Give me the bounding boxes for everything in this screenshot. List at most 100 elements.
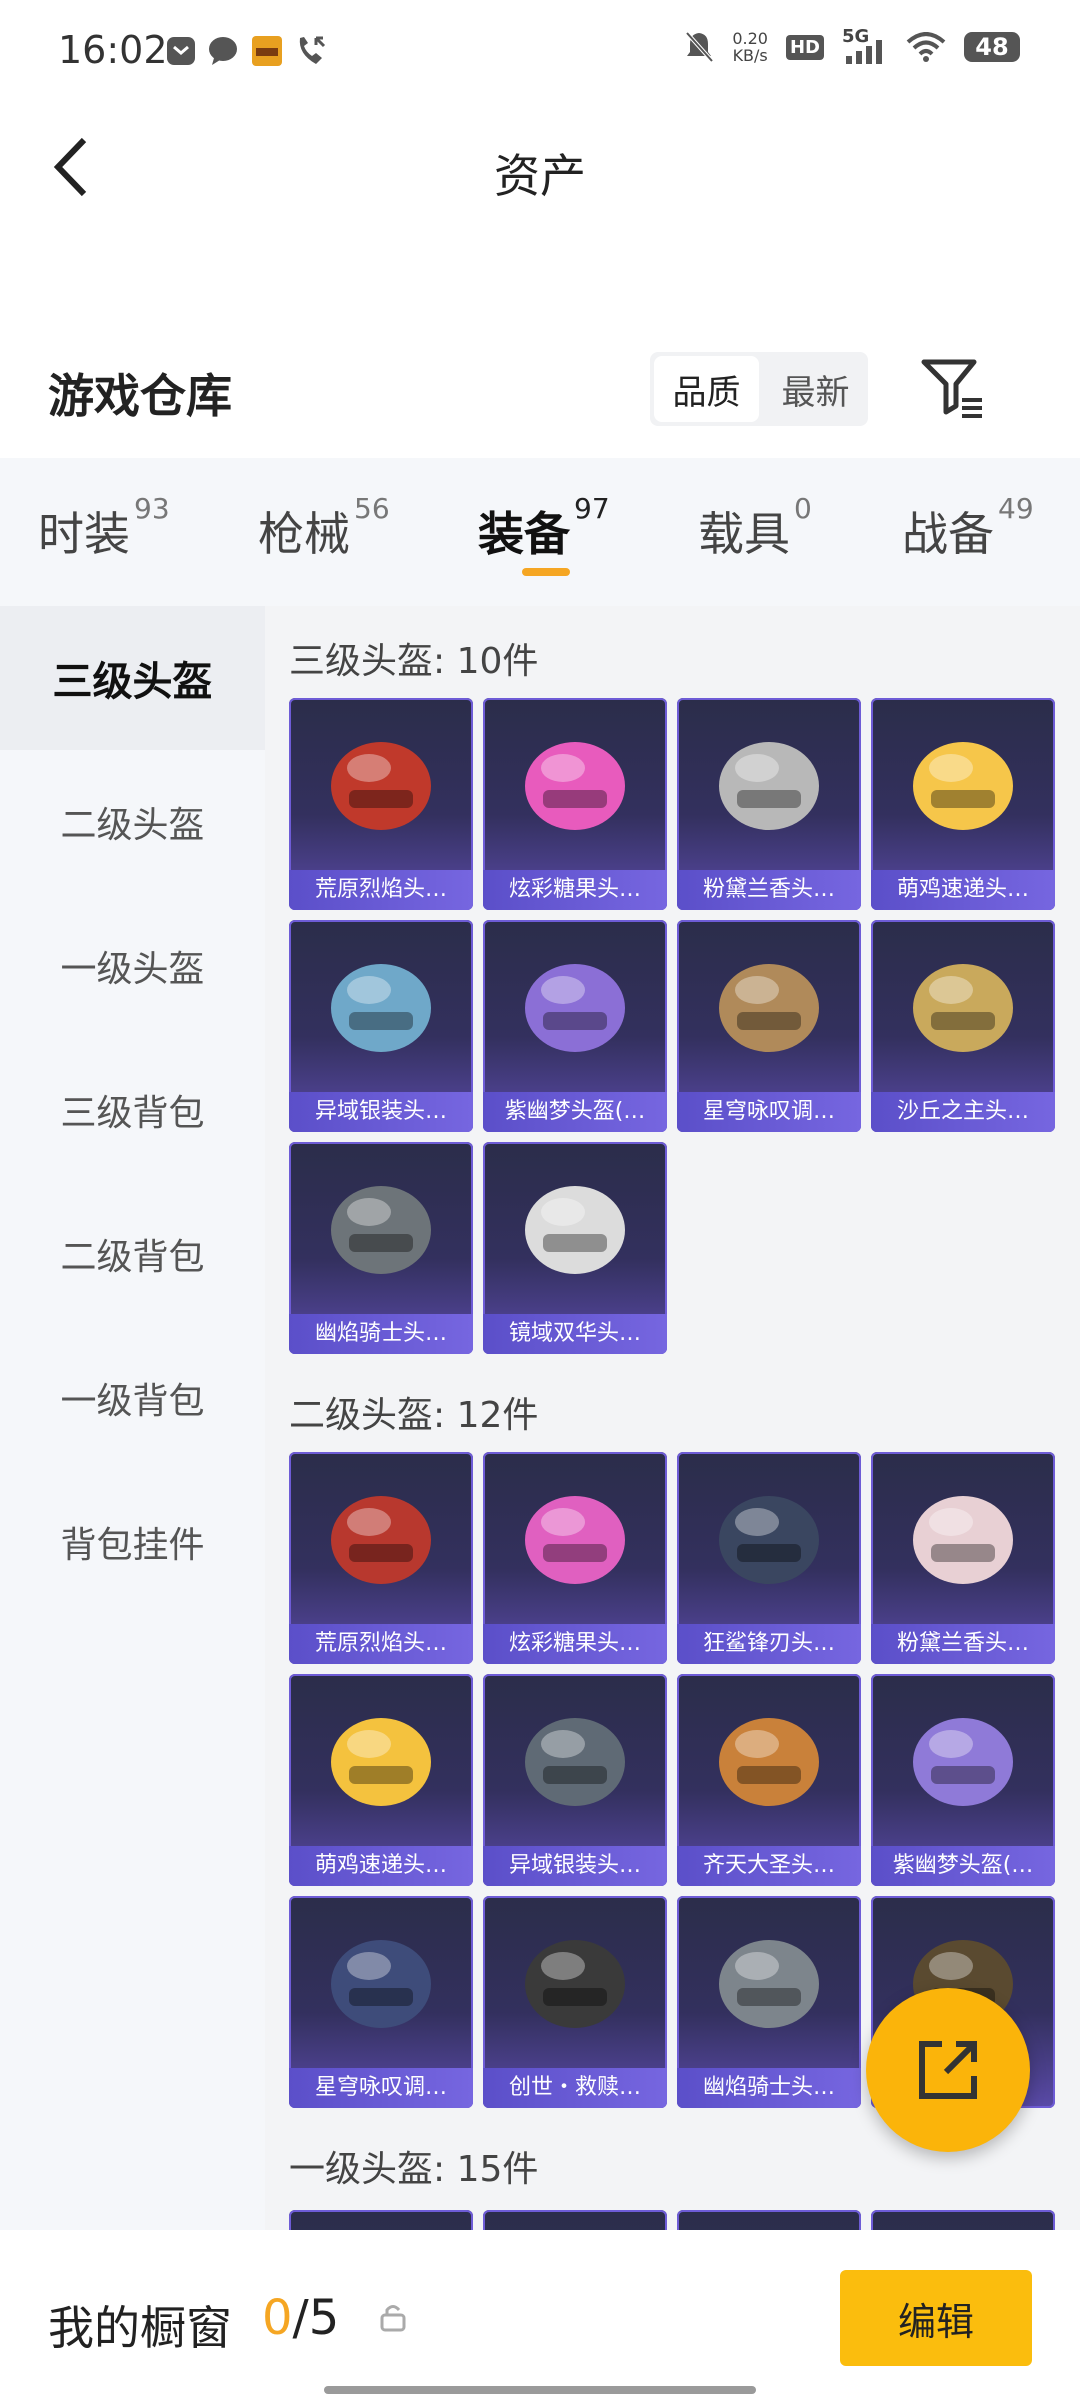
section-title-level2-helmet: 二级头盔: 12件 — [289, 1395, 539, 1436]
helmet-icon — [331, 1186, 431, 1274]
helmet-icon — [525, 1496, 625, 1584]
item-card[interactable]: 异域银装头… — [483, 1674, 667, 1886]
helmet-icon — [331, 742, 431, 830]
warehouse-title: 游戏仓库 — [48, 369, 232, 423]
item-name: 粉黛兰香头… — [871, 1624, 1055, 1664]
page-title: 资产 — [494, 149, 586, 203]
item-card[interactable]: 紫幽梦头盔(… — [483, 920, 667, 1132]
share-external-icon — [919, 2041, 977, 2099]
helmet-icon — [525, 742, 625, 830]
item-card[interactable]: 荒原烈焰头… — [289, 1452, 473, 1664]
helmet-icon — [525, 1718, 625, 1806]
item-grid-area: 三级头盔: 10件 二级头盔: 12件 一级头盔: 15件 荒原烈焰头… 炫彩糖果… — [265, 606, 1080, 2230]
filter-icon[interactable] — [918, 354, 988, 424]
item-name: 炫彩糖果头… — [483, 870, 667, 910]
item-card[interactable]: 齐天大圣头… — [677, 1674, 861, 1886]
tab-guns[interactable]: 枪械 56 — [258, 492, 390, 564]
status-right: 0.20 KB/s HD 5G 48 — [684, 26, 1020, 64]
item-card[interactable]: 萌鸡速递头… — [289, 1674, 473, 1886]
edit-button[interactable]: 编辑 — [840, 2270, 1032, 2366]
item-name: 粉黛兰香头… — [677, 870, 861, 910]
item-name: 星穹咏叹调… — [677, 1092, 861, 1132]
category-tabs: 时装 93 枪械 56 装备 97 载具 0 战备 49 — [0, 458, 1080, 606]
tab-supplies[interactable]: 战备 49 — [902, 492, 1034, 564]
helmet-icon — [525, 1940, 625, 2028]
item-card[interactable]: 狂鲨锋刃头… — [677, 1452, 861, 1664]
item-card[interactable]: 幽焰骑士头… — [289, 1142, 473, 1354]
app-notification-icon — [167, 37, 195, 65]
battery-icon: 48 — [964, 32, 1020, 62]
share-fab-button[interactable] — [866, 1988, 1030, 2152]
chat-icon — [209, 37, 237, 65]
item-card[interactable]: 炫彩糖果头… — [483, 1452, 667, 1664]
home-indicator — [324, 2386, 756, 2394]
helmet-icon — [913, 1496, 1013, 1584]
status-bar: 16:02 0.20 KB/s HD 5G 48 — [0, 0, 1080, 100]
item-name: 荒原烈焰头… — [289, 870, 473, 910]
showcase-label: 我的橱窗 — [48, 2301, 232, 2355]
item-card-partial[interactable] — [677, 2210, 861, 2230]
sort-newest-button[interactable]: 最新 — [763, 352, 868, 426]
item-name: 齐天大圣头… — [677, 1846, 861, 1886]
sort-quality-button[interactable]: 品质 — [654, 356, 759, 422]
item-card[interactable]: 异域银装头… — [289, 920, 473, 1132]
item-name: 星穹咏叹调… — [289, 2068, 473, 2108]
item-card[interactable]: 星穹咏叹调… — [289, 1896, 473, 2108]
warehouse-header: 游戏仓库 品质 最新 — [0, 340, 1080, 450]
missed-call-icon — [299, 36, 326, 64]
active-tab-indicator — [522, 568, 570, 576]
helmet-icon — [525, 1186, 625, 1274]
item-name: 异域银装头… — [483, 1846, 667, 1886]
sidebar-item-level3-backpack[interactable]: 三级背包 — [0, 1038, 265, 1182]
sidebar-item-level2-backpack[interactable]: 二级背包 — [0, 1182, 265, 1326]
subcategory-sidebar: 三级头盔 二级头盔 一级头盔 三级背包 二级背包 一级背包 背包挂件 — [0, 606, 265, 2230]
item-name: 炫彩糖果头… — [483, 1624, 667, 1664]
hd-badge: HD — [785, 34, 824, 60]
item-card[interactable]: 幽焰骑士头… — [677, 1896, 861, 2108]
item-card-partial[interactable] — [871, 2210, 1055, 2230]
item-card[interactable]: 紫幽梦头盔(… — [871, 1674, 1055, 1886]
item-card[interactable]: 炫彩糖果头… — [483, 698, 667, 910]
item-name: 沙丘之主头… — [871, 1092, 1055, 1132]
helmet-icon — [719, 1496, 819, 1584]
helmet-icon — [913, 964, 1013, 1052]
helmet-icon — [719, 1718, 819, 1806]
item-name: 幽焰骑士头… — [677, 2068, 861, 2108]
helmet-icon — [913, 1718, 1013, 1806]
item-card[interactable]: 沙丘之主头… — [871, 920, 1055, 1132]
item-card[interactable]: 荒原烈焰头… — [289, 698, 473, 910]
showcase-bar: 我的橱窗 0/5 编辑 — [0, 2230, 1080, 2400]
helmet-icon — [331, 1940, 431, 2028]
sidebar-item-level1-backpack[interactable]: 一级背包 — [0, 1326, 265, 1470]
helmet-icon — [719, 964, 819, 1052]
item-name: 狂鲨锋刃头… — [677, 1624, 861, 1664]
tab-vehicles[interactable]: 载具 0 — [698, 492, 812, 564]
helmet-icon — [719, 1940, 819, 2028]
helmet-icon — [331, 1496, 431, 1584]
mute-icon — [685, 31, 714, 63]
cell-signal-icon: 5G — [842, 26, 888, 64]
item-card[interactable]: 粉黛兰香头… — [677, 698, 861, 910]
sidebar-item-level1-helmet[interactable]: 一级头盔 — [0, 894, 265, 1038]
sidebar-item-level3-helmet[interactable]: 三级头盔 — [0, 606, 265, 750]
item-name: 萌鸡速递头… — [289, 1846, 473, 1886]
item-card[interactable]: 镜域双华头… — [483, 1142, 667, 1354]
tab-equipment[interactable]: 装备 97 — [478, 492, 610, 564]
helmet-icon — [719, 742, 819, 830]
sort-toggle: 品质 最新 — [650, 352, 868, 426]
item-card[interactable]: 创世・救赎… — [483, 1896, 667, 2108]
item-card-partial[interactable] — [483, 2210, 667, 2230]
sidebar-item-level2-helmet[interactable]: 二级头盔 — [0, 750, 265, 894]
item-card[interactable]: 粉黛兰香头… — [871, 1452, 1055, 1664]
wifi-icon — [906, 32, 946, 62]
item-card-partial[interactable] — [289, 2210, 473, 2230]
item-card[interactable]: 星穹咏叹调… — [677, 920, 861, 1132]
helmet-icon — [525, 964, 625, 1052]
game-app-icon — [252, 36, 282, 66]
tab-fashion[interactable]: 时装 93 — [38, 492, 170, 564]
item-card[interactable]: 萌鸡速递头… — [871, 698, 1055, 910]
helmet-icon — [331, 964, 431, 1052]
item-name: 幽焰骑士头… — [289, 1314, 473, 1354]
sidebar-item-backpack-charm[interactable]: 背包挂件 — [0, 1470, 265, 1614]
showcase-count: 0/5 — [262, 2290, 340, 2346]
